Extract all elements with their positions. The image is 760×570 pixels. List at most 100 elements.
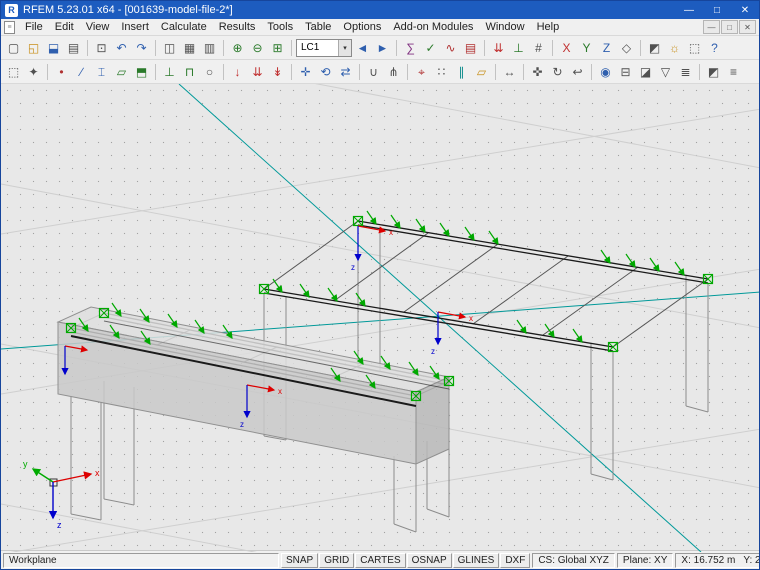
member-load-button[interactable]: ⇊ [248,62,267,81]
menu-tools[interactable]: Tools [261,20,299,34]
surface-load-button[interactable]: ↡ [268,62,287,81]
show-loads-button[interactable]: ⇊ [489,38,508,57]
cross-beams[interactable] [264,221,708,347]
line-button[interactable]: ∕ [72,62,91,81]
rotate-button[interactable]: ⟲ [316,62,335,81]
toggle-snap[interactable]: SNAP [281,553,318,568]
clipping-plane-button[interactable]: ⬚ [685,38,704,57]
zoom-out-button[interactable]: ⊖ [248,38,267,57]
rotate-view-button[interactable]: ↻ [548,62,567,81]
menu-file[interactable]: File [19,20,49,34]
zoom-in-button[interactable]: ⊕ [228,38,247,57]
previous-load-case-button[interactable]: ◄ [353,38,372,57]
new-file-button[interactable]: ▢ [4,38,23,57]
isolate-button[interactable]: ◪ [636,62,655,81]
numbering-button[interactable]: # [529,38,548,57]
load-case-selector[interactable]: LC1▾ [296,39,352,57]
load-arrow-icon[interactable] [416,219,425,232]
menu-window[interactable]: Window [479,20,530,34]
load-arrow-icon[interactable] [465,227,474,240]
check-model-button[interactable]: ✓ [421,38,440,57]
toggle-grid[interactable]: GRID [319,553,354,568]
project-navigator-button[interactable]: ◫ [160,38,179,57]
section-button[interactable]: ⊟ [616,62,635,81]
show-supports-button[interactable]: ⊥ [509,38,528,57]
nodal-load-button[interactable]: ↓ [228,62,247,81]
maximize-button[interactable]: □ [703,1,731,19]
undo-button[interactable]: ↶ [112,38,131,57]
toggle-glines[interactable]: GLINES [453,553,500,568]
display-properties-button[interactable]: ◩ [645,38,664,57]
print-button[interactable]: ▤ [64,38,83,57]
menu-add-on-modules[interactable]: Add-on Modules [387,20,479,34]
toggle-cartes[interactable]: CARTES [355,553,405,568]
structure-left[interactable]: x z [58,303,454,532]
menu-edit[interactable]: Edit [49,20,80,34]
pan-button[interactable]: ✜ [528,62,547,81]
workplane-button[interactable]: ▱ [472,62,491,81]
solid-button[interactable]: ⬒ [132,62,151,81]
load-arrow-icon[interactable] [367,211,376,224]
toggle-dxf[interactable]: DXF [500,553,530,568]
mdi-restore-button[interactable]: □ [721,20,738,34]
render-mode-button[interactable]: ◩ [704,62,723,81]
open-file-button[interactable]: ◱ [24,38,43,57]
document-icon[interactable]: ≡ [4,21,15,34]
view-y-button[interactable]: Y [577,38,596,57]
menu-calculate[interactable]: Calculate [155,20,213,34]
load-arrow-icon[interactable] [545,324,554,337]
connect-lines-button[interactable]: ∪ [364,62,383,81]
menu-help[interactable]: Help [531,20,566,34]
menu-view[interactable]: View [80,20,116,34]
mdi-minimize-button[interactable]: — [703,20,720,34]
mirror-button[interactable]: ⇄ [336,62,355,81]
load-arrow-icon[interactable] [675,262,684,275]
snap-button[interactable]: ⌖ [412,62,431,81]
save-button[interactable]: ⬓ [44,38,63,57]
load-arrow-icon[interactable] [440,223,449,236]
tables-button[interactable]: ▦ [180,38,199,57]
node-button[interactable]: • [52,62,71,81]
copy-button[interactable]: ⊡ [92,38,111,57]
surface-button[interactable]: ▱ [112,62,131,81]
load-arrow-icon[interactable] [328,288,337,301]
menu-insert[interactable]: Insert [115,20,155,34]
settings-button[interactable]: ≡ [724,62,743,81]
layers-button[interactable]: ≣ [676,62,695,81]
menu-table[interactable]: Table [299,20,337,34]
next-load-case-button[interactable]: ► [373,38,392,57]
line-support-button[interactable]: ⊓ [180,62,199,81]
previous-view-button[interactable]: ↩ [568,62,587,81]
light-button[interactable]: ☼ [665,38,684,57]
load-arrows[interactable] [273,211,684,342]
show-results-button[interactable]: ∿ [441,38,460,57]
zoom-window-button[interactable]: ⊞ [268,38,287,57]
viewport[interactable]: x z x z [1,84,759,550]
title-bar[interactable]: R RFEM 5.23.01 x64 - [001639-model-file-… [1,1,759,19]
grid-button[interactable]: ∷ [432,62,451,81]
view-z-button[interactable]: Z [597,38,616,57]
menu-results[interactable]: Results [213,20,262,34]
nodal-support-button[interactable]: ⊥ [160,62,179,81]
redo-button[interactable]: ↷ [132,38,151,57]
select-button[interactable]: ⬚ [4,62,23,81]
menu-options[interactable]: Options [337,20,387,34]
close-button[interactable]: ✕ [731,1,759,19]
filter-button[interactable]: ▽ [656,62,675,81]
measure-button[interactable]: ↔ [500,62,519,81]
divide-member-button[interactable]: ⋔ [384,62,403,81]
mdi-close-button[interactable]: ✕ [739,20,756,34]
help-button[interactable]: ? [705,38,724,57]
toggle-osnap[interactable]: OSNAP [407,553,452,568]
visibility-button[interactable]: ◉ [596,62,615,81]
result-tables-button[interactable]: ▤ [461,38,480,57]
move-copy-button[interactable]: ✛ [296,62,315,81]
isometric-view-button[interactable]: ◇ [617,38,636,57]
member-hinge-button[interactable]: ○ [200,62,219,81]
select-special-button[interactable]: ✦ [24,62,43,81]
member-button[interactable]: ⌶ [92,62,111,81]
model-canvas[interactable]: x z x z [1,84,760,552]
panel-button[interactable]: ▥ [200,38,219,57]
load-arrow-icon[interactable] [273,279,282,292]
dropdown-arrow-icon[interactable]: ▾ [338,40,351,56]
